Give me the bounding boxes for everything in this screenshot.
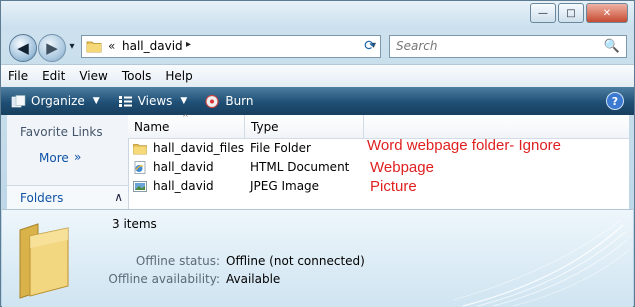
search-icon[interactable]: 🔍 [604,39,620,54]
close-button[interactable]: ✕ [586,3,628,23]
folders-toggle[interactable]: Folders ∧ [7,185,128,210]
menu-help[interactable]: Help [158,69,199,83]
search-input[interactable]: Search 🔍 [389,35,627,58]
menu-tools[interactable]: Tools [115,69,159,83]
file-type: File Folder [250,141,311,155]
offline-availability-value: Available [226,272,281,286]
menu-view[interactable]: View [72,69,114,83]
jpeg-image-icon [133,180,147,192]
file-name-cell: hall_david [133,179,214,193]
sort-ascending-icon: ^ [182,113,189,122]
file-name: hall_david [153,179,214,193]
organize-dropdown-icon: ▼ [92,96,100,106]
folder-icon [133,143,147,154]
menu-file[interactable]: File [1,69,35,83]
html-document-icon [134,160,146,174]
file-type: HTML Document [250,160,350,174]
menu-bar: File Edit View Tools Help [1,64,634,87]
favorite-links-heading: Favorite Links [20,125,103,139]
offline-status-value: Offline (not connected) [226,254,365,268]
file-name: hall_david_files [153,141,245,155]
navigation-pane: Favorite Links More » Folders ∧ [7,115,129,210]
file-name-cell: hall_david_files [133,141,244,155]
crumb-separator-icon[interactable]: ▸ [186,39,191,50]
folders-label: Folders [20,191,64,205]
more-chevron-icon[interactable]: » [74,150,81,164]
file-name-cell: hall_david [133,160,214,174]
forward-button[interactable]: ▶ [38,34,66,62]
address-overflow-chevron[interactable]: « [108,39,115,53]
item-count: 3 items [112,217,157,231]
window-controls: — □ ✕ [530,3,628,23]
organize-icon [11,94,26,107]
views-label: Views [137,94,173,108]
column-header-filler [364,115,629,139]
burn-label: Burn [225,94,254,108]
content-area: Favorite Links More » Folders ∧ Name ^ T… [7,113,629,210]
views-dropdown-icon: ▼ [180,96,188,106]
back-button[interactable]: ◀ [9,34,37,62]
views-button[interactable]: Views ▼ [118,94,188,108]
offline-status-label: Offline status: [135,254,220,268]
recent-pages-dropdown[interactable]: ▾ [65,39,79,53]
address-folder-crumb[interactable]: hall_david [122,39,183,53]
folder-icon [86,41,102,53]
file-name: hall_david [153,160,214,174]
decorative-swoosh [453,219,630,307]
large-folder-icon [19,223,69,299]
menu-edit[interactable]: Edit [35,69,72,83]
more-link[interactable]: More [39,151,69,165]
command-toolbar: Organize ▼ Views ▼ Burn ? [1,87,634,115]
annotation-text: Webpage [370,159,434,176]
maximize-button[interactable]: □ [558,3,584,23]
file-list: Name ^ Type hall_david_files File Folder [128,113,629,209]
title-bar[interactable]: — □ ✕ [1,1,634,29]
views-icon [118,95,132,107]
burn-button[interactable]: Burn [205,94,254,108]
help-icon[interactable]: ? [606,92,624,110]
navigation-row: ◀ ▶ ▾ « hall_david ▸ ▾ ⟳ Search 🔍 [1,29,634,63]
annotation-text: Picture [370,178,417,195]
offline-availability-label: Offline availability: [108,272,220,286]
organize-button[interactable]: Organize ▼ [11,94,100,108]
organize-label: Organize [31,94,85,108]
refresh-icon[interactable]: ⟳ [359,36,381,56]
column-name-label: Name [134,120,170,134]
file-type: JPEG Image [250,179,320,193]
column-type-label: Type [251,120,279,134]
address-bar[interactable]: « hall_david ▸ ▾ [81,35,381,58]
explorer-window: — □ ✕ ◀ ▶ ▾ « hall_david ▸ ▾ ⟳ Search 🔍 … [0,0,635,307]
annotation-text: Word webpage folder- Ignore [367,137,562,154]
details-pane: 3 items Offline status: Offline (not con… [2,209,633,307]
search-placeholder: Search [396,39,438,53]
column-header-name[interactable]: Name ^ [128,113,245,139]
column-header-type[interactable]: Type [245,115,364,139]
minimize-button[interactable]: — [530,3,556,23]
folders-collapse-icon: ∧ [114,190,123,204]
disc-burn-icon [205,94,219,108]
